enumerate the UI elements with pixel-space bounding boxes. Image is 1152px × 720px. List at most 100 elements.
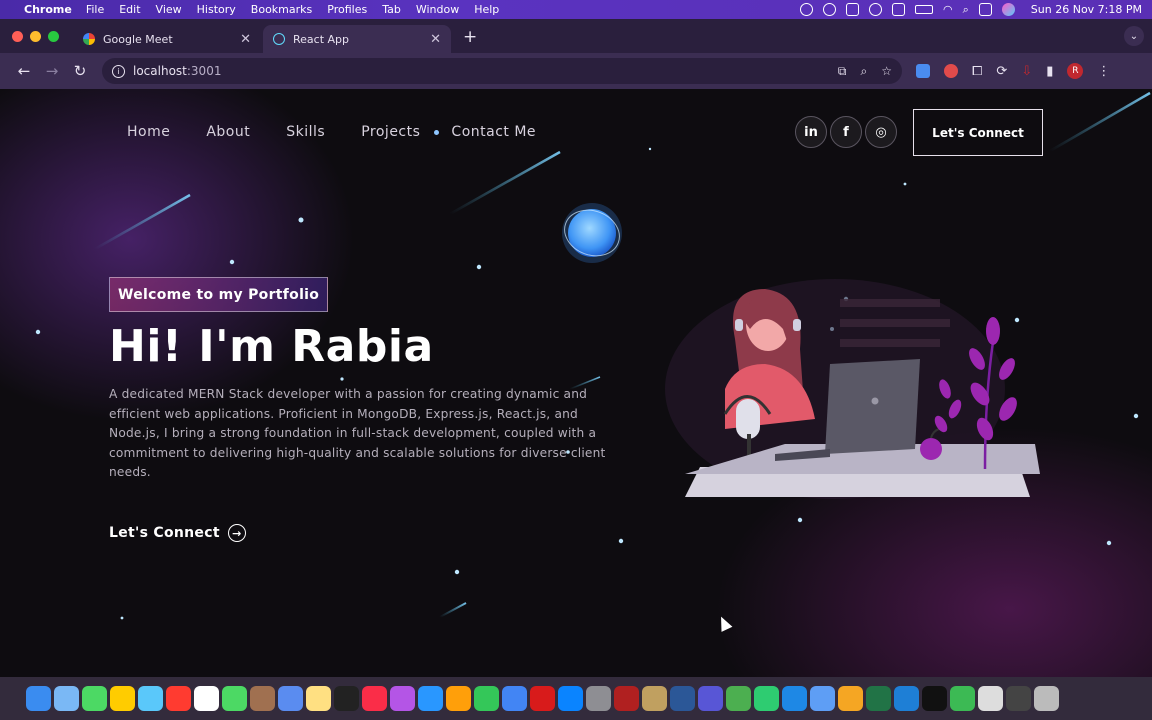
- dock-app-icon[interactable]: [726, 686, 751, 711]
- dock-app-icon[interactable]: [54, 686, 79, 711]
- dock-app-icon[interactable]: [1006, 686, 1031, 711]
- menu-help[interactable]: Help: [474, 3, 499, 16]
- zoom-icon[interactable]: ⌕: [861, 64, 868, 79]
- extension-sync-icon[interactable]: ⟳: [996, 64, 1007, 79]
- dock-app-icon[interactable]: [698, 686, 723, 711]
- dock-app-icon[interactable]: [194, 686, 219, 711]
- facebook-icon[interactable]: f: [830, 116, 862, 148]
- dock-app-icon[interactable]: [754, 686, 779, 711]
- close-window-button[interactable]: [12, 30, 23, 42]
- dock-app-icon[interactable]: [670, 686, 695, 711]
- dock-app-icon[interactable]: [362, 686, 387, 711]
- menu-edit[interactable]: Edit: [119, 3, 140, 16]
- dock-app-icon[interactable]: [446, 686, 471, 711]
- dock-app-icon[interactable]: [222, 686, 247, 711]
- address-bar[interactable]: i localhost:3001 ⧉ ⌕ ☆: [102, 58, 902, 84]
- grammarly-icon[interactable]: [869, 3, 883, 16]
- menu-history[interactable]: History: [197, 3, 236, 16]
- text-input-icon[interactable]: [892, 3, 906, 16]
- dock-app-icon[interactable]: [838, 686, 863, 711]
- dock-app-icon[interactable]: [306, 686, 331, 711]
- new-tab-button[interactable]: +: [463, 27, 477, 47]
- dock-app-icon[interactable]: [894, 686, 919, 711]
- star: [35, 329, 41, 335]
- menu-file[interactable]: File: [86, 3, 104, 16]
- extension-red-icon[interactable]: [944, 64, 958, 78]
- dock-app-icon[interactable]: [26, 686, 51, 711]
- side-panel-icon[interactable]: ▮: [1046, 64, 1053, 79]
- dock-app-icon[interactable]: [614, 686, 639, 711]
- forward-button[interactable]: →: [38, 62, 66, 80]
- back-button[interactable]: ←: [10, 62, 38, 80]
- extensions-puzzle-icon[interactable]: ⧠: [972, 64, 982, 79]
- dock-app-icon[interactable]: [250, 686, 275, 711]
- tab-search-chevron-down-icon[interactable]: ⌄: [1124, 26, 1144, 46]
- dock-app-icon[interactable]: [530, 686, 555, 711]
- hero-lets-connect-link[interactable]: Let's Connect →: [109, 524, 246, 542]
- record-icon[interactable]: [800, 3, 814, 16]
- macos-menubar: Chrome File Edit View History Bookmarks …: [0, 0, 1152, 19]
- dock-app-icon[interactable]: [978, 686, 1003, 711]
- lets-connect-button[interactable]: Let's Connect: [913, 109, 1043, 156]
- dock-app-icon[interactable]: [866, 686, 891, 711]
- wifi-icon[interactable]: ◠: [943, 3, 953, 16]
- reload-button[interactable]: ↻: [66, 62, 94, 80]
- menu-tab[interactable]: Tab: [382, 3, 401, 16]
- nav-about[interactable]: About: [206, 124, 250, 140]
- minimize-window-button[interactable]: [30, 30, 41, 42]
- dock-app-icon[interactable]: [950, 686, 975, 711]
- install-app-icon[interactable]: ⧉: [838, 64, 847, 79]
- dock-app-icon[interactable]: [502, 686, 527, 711]
- extension-camera-icon[interactable]: [916, 64, 930, 78]
- control-center-icon[interactable]: [978, 3, 992, 16]
- tab-google-meet[interactable]: Google Meet ✕: [73, 25, 261, 53]
- profile-avatar[interactable]: R: [1067, 63, 1084, 79]
- close-tab-icon[interactable]: ✕: [240, 32, 251, 47]
- dock-app-icon[interactable]: [110, 686, 135, 711]
- tab-react-app[interactable]: React App ✕: [263, 25, 451, 53]
- spotlight-search-icon[interactable]: ⌕: [963, 3, 969, 17]
- dock-app-icon[interactable]: [586, 686, 611, 711]
- close-tab-icon[interactable]: ✕: [430, 32, 441, 47]
- site-info-icon[interactable]: i: [112, 64, 125, 78]
- more-menu-icon[interactable]: ⋮: [1097, 64, 1110, 79]
- dock-app-icon[interactable]: [1034, 686, 1059, 711]
- nav-skills[interactable]: Skills: [286, 124, 325, 140]
- battery-icon[interactable]: [915, 5, 934, 14]
- dock-app-icon[interactable]: [810, 686, 835, 711]
- dock-app-icon[interactable]: [82, 686, 107, 711]
- dock-app-icon[interactable]: [922, 686, 947, 711]
- linkedin-icon[interactable]: in: [795, 116, 827, 148]
- meteor-streak: [94, 193, 191, 251]
- bookmark-star-icon[interactable]: ☆: [881, 64, 892, 79]
- dock-app-icon[interactable]: [642, 686, 667, 711]
- nav-projects[interactable]: Projects: [361, 124, 420, 140]
- menu-bookmarks[interactable]: Bookmarks: [251, 3, 312, 16]
- menu-view[interactable]: View: [156, 3, 182, 16]
- download-icon[interactable]: ⇩: [1021, 64, 1032, 79]
- dock-app-icon[interactable]: [166, 686, 191, 711]
- menu-window[interactable]: Window: [416, 3, 459, 16]
- star: [454, 569, 460, 575]
- dock-app-icon[interactable]: [390, 686, 415, 711]
- siri-icon[interactable]: [1001, 3, 1015, 16]
- clock[interactable]: Sun 26 Nov 7:18 PM: [1031, 3, 1142, 16]
- instagram-icon[interactable]: ◎: [865, 116, 897, 148]
- dock-app-icon[interactable]: [334, 686, 359, 711]
- dock-app-icon[interactable]: [278, 686, 303, 711]
- zoom-window-button[interactable]: [48, 30, 59, 42]
- dock-app-icon[interactable]: [558, 686, 583, 711]
- nav-contact-me[interactable]: Contact Me: [451, 124, 536, 140]
- dock-app-icon[interactable]: [474, 686, 499, 711]
- star: [298, 217, 304, 223]
- nav-home[interactable]: Home: [127, 124, 170, 140]
- dock-app-icon[interactable]: [782, 686, 807, 711]
- menu-profiles[interactable]: Profiles: [327, 3, 367, 16]
- macos-dock: [0, 677, 1152, 720]
- dock-app-icon[interactable]: [138, 686, 163, 711]
- screen-share-icon[interactable]: [823, 3, 837, 16]
- meteor-streak: [449, 150, 561, 216]
- shield-icon[interactable]: [846, 3, 860, 16]
- dock-app-icon[interactable]: [418, 686, 443, 711]
- menu-app-name[interactable]: Chrome: [24, 3, 72, 16]
